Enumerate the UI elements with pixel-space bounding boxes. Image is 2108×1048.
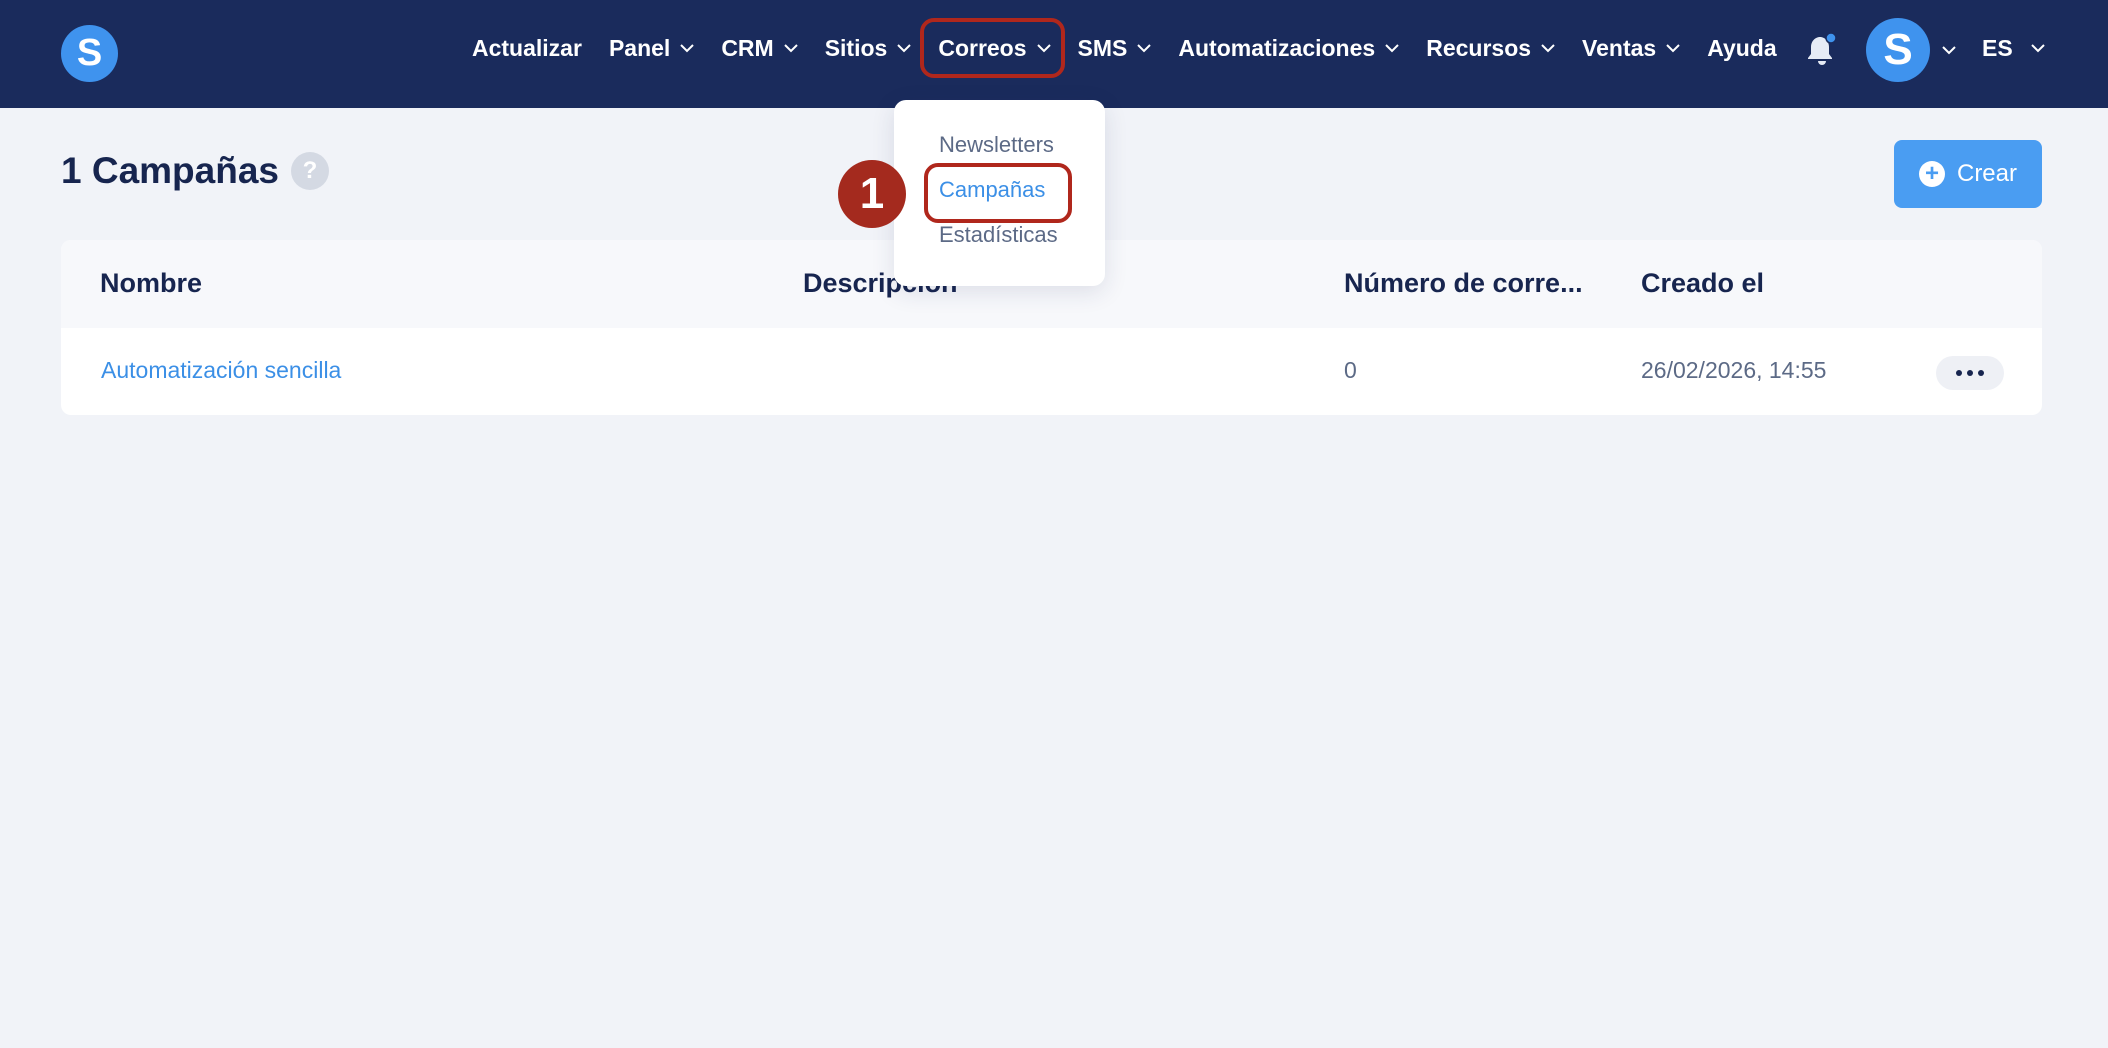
menu-item-campanas[interactable]: Campañas xyxy=(939,177,1045,203)
chevron-down-icon xyxy=(1541,43,1555,53)
more-dots-icon xyxy=(1956,370,1962,376)
table-row: Automatización sencilla 0 26/02/2026, 14… xyxy=(61,328,2042,415)
chevron-down-icon xyxy=(897,43,912,53)
create-button-label: Crear xyxy=(1956,160,2017,187)
page-title-text: 1 Campañas xyxy=(61,150,279,191)
column-header-creado-el[interactable]: Creado el xyxy=(1641,268,1764,299)
campaign-name-link[interactable]: Automatización sencilla xyxy=(101,357,341,384)
help-icon[interactable]: ? xyxy=(291,152,329,190)
nav-item-crm[interactable]: CRM xyxy=(721,18,798,78)
nav-item-ayuda[interactable]: Ayuda xyxy=(1707,18,1776,78)
top-navigation-bar: S Actualizar Panel CRM Sitios Correos SM… xyxy=(0,0,2108,108)
nav-item-recursos[interactable]: Recursos xyxy=(1426,18,1555,78)
campaign-email-count: 0 xyxy=(1344,357,1357,383)
chevron-down-icon xyxy=(1036,43,1051,53)
chevron-down-icon xyxy=(1385,43,1399,53)
main-nav: Actualizar Panel CRM Sitios Correos SMS … xyxy=(472,0,1804,96)
chevron-down-icon xyxy=(2030,43,2045,53)
chevron-down-icon xyxy=(1666,43,1680,53)
nav-item-actualizar[interactable]: Actualizar xyxy=(472,18,582,78)
column-header-numero-correos[interactable]: Número de corre... xyxy=(1344,268,1583,299)
nav-item-automatizaciones[interactable]: Automatizaciones xyxy=(1178,18,1399,78)
create-button[interactable]: + Crear xyxy=(1894,140,2042,208)
plus-circle-icon: + xyxy=(1918,161,1945,187)
page-title: 1 Campañas ? xyxy=(61,150,329,192)
chevron-down-icon[interactable] xyxy=(1942,42,1956,60)
logo-letter: S xyxy=(76,32,103,74)
correos-dropdown-menu: Newsletters Campañas Estadísticas xyxy=(894,100,1105,286)
nav-item-correos[interactable]: Correos xyxy=(920,18,1065,78)
chevron-down-icon xyxy=(783,43,798,53)
menu-item-newsletters[interactable]: Newsletters xyxy=(939,132,1054,158)
step-number-badge: 1 xyxy=(838,160,906,228)
app-logo[interactable]: S xyxy=(61,25,118,82)
nav-item-panel[interactable]: Panel xyxy=(609,18,695,78)
nav-item-ventas[interactable]: Ventas xyxy=(1582,18,1680,78)
language-selector[interactable]: ES xyxy=(1982,0,2045,96)
column-header-nombre[interactable]: Nombre xyxy=(100,268,202,299)
nav-item-sms[interactable]: SMS xyxy=(1078,18,1152,78)
nav-item-sitios[interactable]: Sitios xyxy=(825,18,912,78)
chevron-down-icon xyxy=(680,43,695,53)
user-avatar[interactable]: S xyxy=(1866,18,1930,82)
chevron-down-icon xyxy=(1137,43,1152,53)
bell-icon[interactable] xyxy=(1805,32,1839,68)
row-actions-button[interactable] xyxy=(1936,356,2004,390)
menu-item-estadisticas[interactable]: Estadísticas xyxy=(939,222,1058,248)
campaign-created-date: 26/02/2026, 14:55 xyxy=(1641,357,1827,383)
